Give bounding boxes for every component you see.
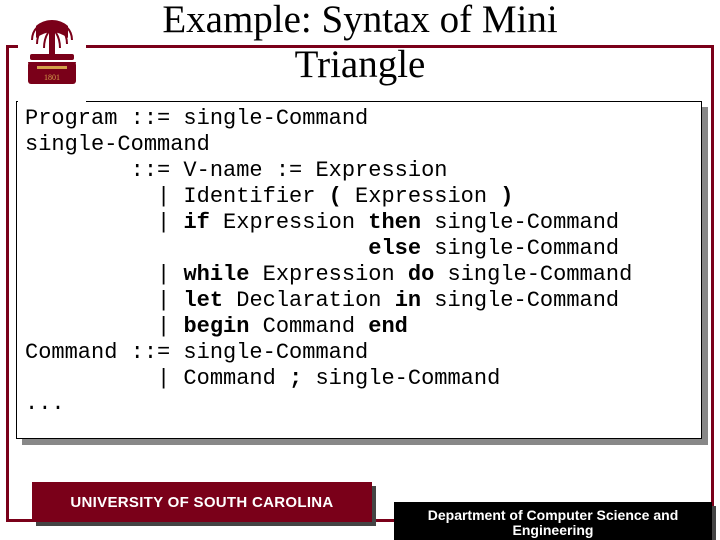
code-bold: then: [368, 210, 421, 235]
footer-department: Department of Computer Science and Engin…: [394, 502, 712, 540]
footer-dept-line-2: Engineering: [513, 522, 594, 538]
code-line: single-Command: [434, 262, 632, 287]
title-line-1: Example: Syntax of Mini: [162, 0, 557, 41]
code-bold: let: [183, 288, 223, 313]
code-line: Command ::= single-Command: [25, 340, 368, 365]
code-line: |: [25, 314, 183, 339]
code-line: Expression: [210, 210, 368, 235]
code-line: Declaration: [223, 288, 395, 313]
code-line: single-Command: [421, 210, 619, 235]
code-bold: ;: [289, 366, 302, 391]
code-line: |: [25, 210, 183, 235]
code-bold: (: [329, 184, 342, 209]
university-logo: 1801: [18, 18, 86, 104]
code-line: |: [25, 288, 183, 313]
code-bold: in: [395, 288, 421, 313]
code-line: Command: [249, 314, 368, 339]
code-line: single-Command: [25, 132, 210, 157]
svg-text:1801: 1801: [44, 73, 60, 82]
code-line: Expression: [342, 184, 500, 209]
code-line: |: [25, 262, 183, 287]
code-line: single-Command: [421, 236, 619, 261]
code-bold: begin: [183, 314, 249, 339]
code-bold: end: [368, 314, 408, 339]
title-line-2: Triangle: [295, 43, 426, 86]
code-line: | Command: [25, 366, 289, 391]
code-bold: else: [368, 236, 421, 261]
code-line: ::= V-name := Expression: [25, 158, 447, 183]
code-line: [25, 236, 368, 261]
code-bold: do: [408, 262, 434, 287]
slide-title: Example: Syntax of Mini Triangle: [0, 0, 720, 88]
code-line: ...: [25, 391, 65, 416]
code-line: single-Command: [421, 288, 619, 313]
code-bold: ): [500, 184, 513, 209]
code-bold: if: [183, 210, 209, 235]
grammar-codebox: Program ::= single-Command single-Comman…: [16, 101, 702, 439]
footer-dept-line-1: Department of Computer Science and: [428, 507, 679, 523]
footer-university-text: UNIVERSITY OF SOUTH CAROLINA: [70, 494, 333, 511]
code-bold: while: [183, 262, 249, 287]
code-line: Program ::= single-Command: [25, 106, 368, 131]
footer-university: UNIVERSITY OF SOUTH CAROLINA: [32, 482, 372, 522]
code-line: | Identifier: [25, 184, 329, 209]
code-line: single-Command: [302, 366, 500, 391]
code-line: Expression: [249, 262, 407, 287]
